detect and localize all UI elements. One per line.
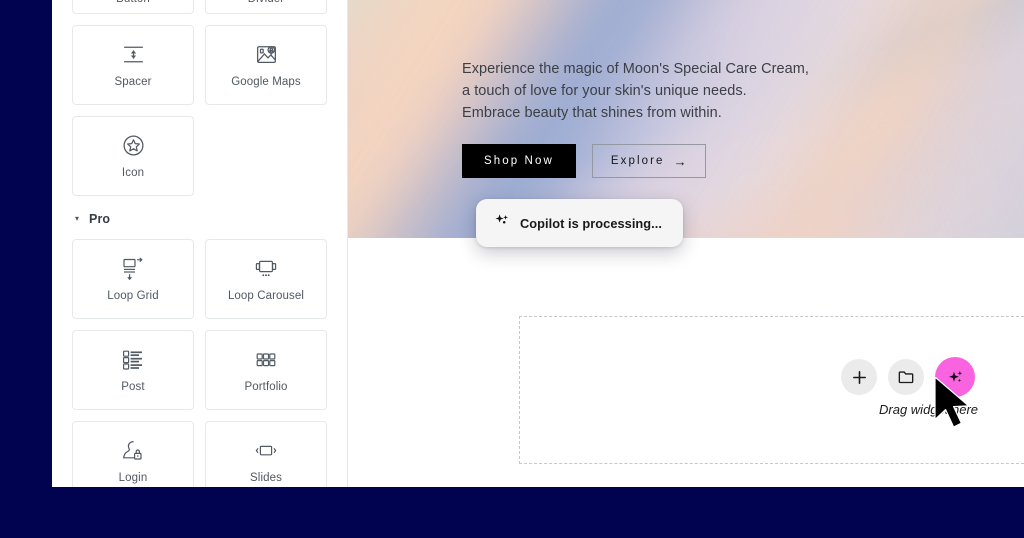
hero-paragraph: Experience the magic of Moon's Special C… bbox=[462, 58, 809, 124]
widget-card-loop-carousel[interactable]: Loop Carousel bbox=[205, 239, 327, 319]
widget-drop-zone[interactable]: Drag widget here bbox=[519, 316, 1024, 464]
widget-label: Post bbox=[121, 380, 145, 393]
widget-card-post[interactable]: Post bbox=[72, 330, 194, 410]
widget-grid-clipped: Button Divider bbox=[72, 0, 327, 14]
spacer-icon bbox=[120, 42, 146, 68]
widget-card-icon[interactable]: Icon bbox=[72, 116, 194, 196]
widget-card-loop-grid[interactable]: Loop Grid bbox=[72, 239, 194, 319]
widget-card-portfolio[interactable]: Portfolio bbox=[205, 330, 327, 410]
widget-card-spacer[interactable]: Spacer bbox=[72, 25, 194, 105]
copilot-status-toast: Copilot is processing... bbox=[476, 199, 683, 247]
widget-label: Loop Carousel bbox=[227, 289, 305, 302]
widget-card-login[interactable]: Login bbox=[72, 421, 194, 487]
loop-grid-icon bbox=[120, 256, 146, 282]
widget-card-slides[interactable]: Slides bbox=[205, 421, 327, 487]
explore-button[interactable]: Explore → bbox=[591, 144, 706, 178]
hero-cta-group: Shop Now Explore → bbox=[462, 144, 706, 178]
chevron-down-icon: ▾ bbox=[75, 214, 80, 223]
section-title: Pro bbox=[89, 212, 111, 226]
post-list-icon bbox=[120, 347, 146, 373]
widget-label: Loop Grid bbox=[107, 289, 159, 302]
canvas-preview[interactable]: Experience the magic of Moon's Special C… bbox=[348, 0, 1024, 487]
drag-widget-hint: Drag widget here bbox=[879, 402, 978, 417]
widget-card-divider[interactable]: Divider bbox=[205, 0, 327, 14]
ai-copilot-button[interactable] bbox=[935, 357, 975, 397]
widget-label: Portfolio bbox=[244, 380, 288, 393]
copilot-status-text: Copilot is processing... bbox=[520, 215, 662, 231]
widget-tool-group bbox=[841, 357, 975, 397]
widget-label: Button bbox=[116, 0, 150, 5]
widget-label: Icon bbox=[121, 166, 145, 179]
login-user-lock-icon bbox=[120, 438, 146, 464]
hero-paragraph-line: Embrace beauty that shines from within. bbox=[462, 105, 722, 121]
portfolio-grid-icon bbox=[253, 347, 279, 373]
widget-label: Slides bbox=[250, 471, 282, 484]
hero-paragraph-line: a touch of love for your skin's unique n… bbox=[462, 83, 747, 99]
widget-label: Login bbox=[118, 471, 148, 484]
add-element-button[interactable] bbox=[841, 359, 877, 395]
shop-now-button[interactable]: Shop Now bbox=[462, 144, 576, 178]
widget-label: Google Maps bbox=[231, 75, 301, 88]
slides-icon bbox=[253, 438, 279, 464]
widget-card-button[interactable]: Button bbox=[72, 0, 194, 14]
widget-label: Spacer bbox=[114, 75, 152, 88]
arrow-right-icon: → bbox=[673, 153, 687, 169]
widget-card-google-maps[interactable]: Google Maps bbox=[205, 25, 327, 105]
editor-shell: Button Divider Spacer bbox=[52, 0, 1024, 487]
loop-carousel-icon bbox=[253, 256, 279, 282]
star-circle-icon bbox=[120, 133, 146, 159]
widget-grid-basic: Spacer Google Maps Icon bbox=[72, 25, 327, 196]
widget-panel[interactable]: Button Divider Spacer bbox=[52, 0, 348, 487]
section-header-pro[interactable]: ▾ Pro bbox=[72, 196, 327, 239]
add-template-button[interactable] bbox=[888, 359, 924, 395]
hero-section[interactable]: Experience the magic of Moon's Special C… bbox=[348, 0, 1024, 238]
widget-grid-pro: Loop Grid Loop Carousel Post Portfolio L… bbox=[72, 239, 327, 487]
hero-paragraph-line: Experience the magic of Moon's Special C… bbox=[462, 61, 809, 77]
google-maps-icon bbox=[253, 42, 279, 68]
sparkles-icon bbox=[494, 213, 510, 234]
explore-button-label: Explore bbox=[610, 155, 665, 167]
widget-label: Divider bbox=[248, 0, 285, 5]
